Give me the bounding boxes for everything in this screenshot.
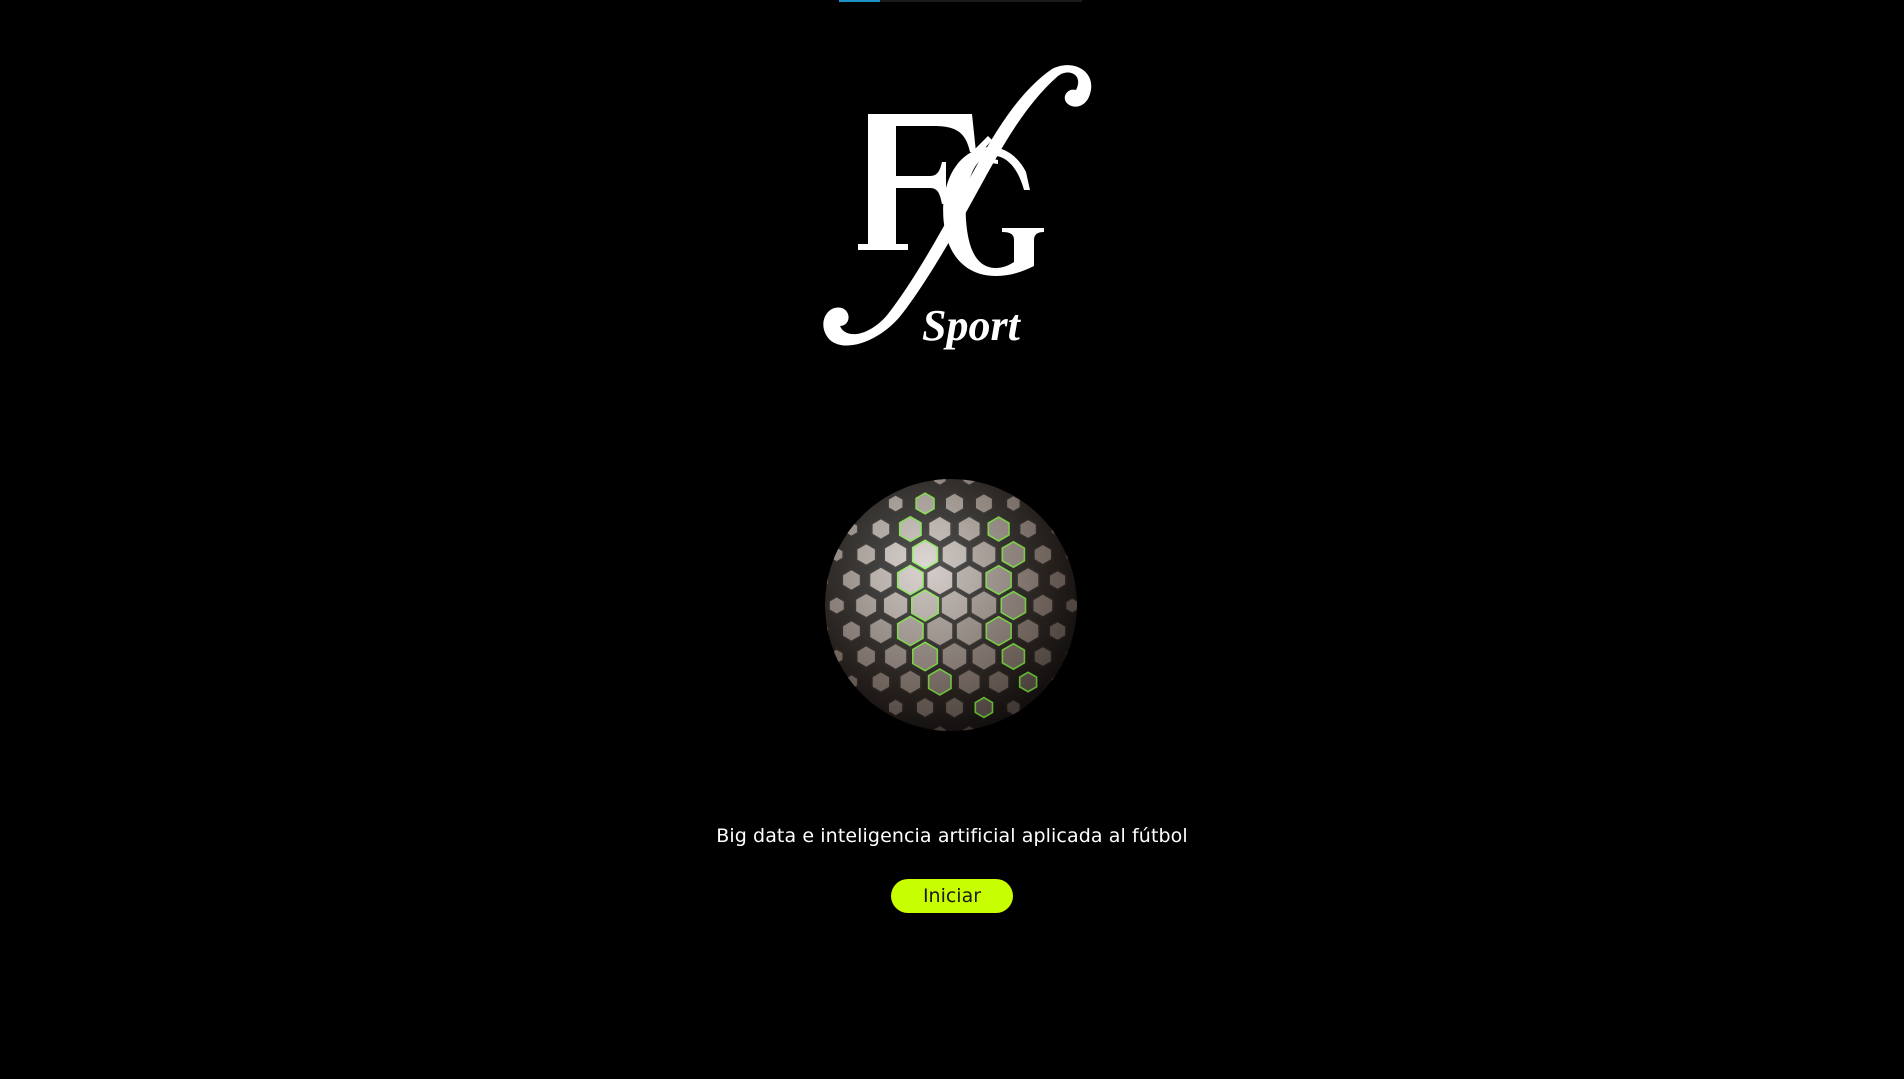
hex-cell	[993, 479, 1005, 485]
fg-sport-logo: Sport	[812, 64, 1102, 364]
hex-ball-graphic	[823, 477, 1079, 733]
hex-cell	[904, 726, 916, 731]
hex-cell-outline	[902, 724, 918, 731]
loading-progress-fill	[839, 0, 881, 2]
tagline-text: Big data e inteligencia artificial aplic…	[716, 825, 1188, 847]
splash-screen: Sport Big data e inteligencia artificial…	[0, 0, 1904, 1079]
hex-ball-icon	[818, 472, 1084, 738]
loading-progress-bar	[839, 0, 1082, 2]
start-button[interactable]: Iniciar	[891, 879, 1013, 913]
logo-sport-text: Sport	[922, 301, 1022, 350]
logo-graphic: Sport	[823, 65, 1092, 350]
hex-cell-outline	[991, 479, 1006, 487]
